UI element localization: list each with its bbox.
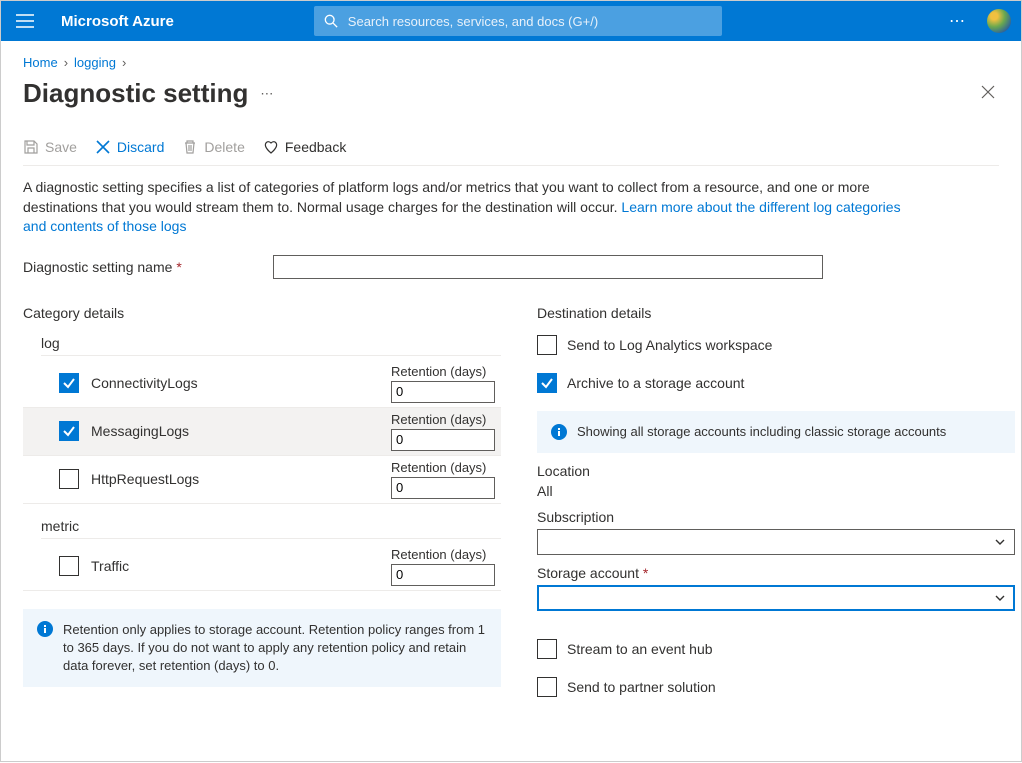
breadcrumb: Home › logging › — [23, 55, 999, 70]
storage-account-label: Storage account * — [537, 565, 1015, 581]
dest-label-partner: Send to partner solution — [567, 679, 716, 695]
destination-details-heading: Destination details — [537, 305, 1015, 321]
log-row-httprequest: HttpRequestLogs Retention (days) — [23, 456, 501, 504]
heart-icon — [263, 139, 279, 155]
retention-label: Retention (days) — [391, 460, 495, 475]
dest-label-log-analytics: Send to Log Analytics workspace — [567, 337, 772, 353]
log-label: HttpRequestLogs — [91, 471, 199, 487]
checkbox-storage[interactable] — [537, 373, 557, 393]
breadcrumb-home[interactable]: Home — [23, 55, 58, 70]
chevron-right-icon: › — [122, 55, 126, 70]
location-value: All — [537, 483, 1015, 499]
setting-name-input[interactable] — [273, 255, 823, 279]
save-icon — [23, 139, 39, 155]
close-button[interactable] — [977, 81, 999, 106]
hamburger-menu-icon[interactable] — [11, 7, 39, 35]
checkbox-httprequest[interactable] — [59, 469, 79, 489]
retention-input[interactable] — [391, 429, 495, 451]
log-row-connectivity: ConnectivityLogs Retention (days) — [23, 360, 501, 408]
discard-icon — [95, 139, 111, 155]
retention-label: Retention (days) — [391, 364, 495, 379]
log-label: MessagingLogs — [91, 423, 189, 439]
chevron-right-icon: › — [64, 55, 68, 70]
info-icon — [37, 621, 53, 637]
delete-icon — [182, 139, 198, 155]
retention-input[interactable] — [391, 477, 495, 499]
subscription-label: Subscription — [537, 509, 1015, 525]
location-label: Location — [537, 463, 1015, 479]
category-details-heading: Category details — [23, 305, 501, 321]
checkbox-eventhub[interactable] — [537, 639, 557, 659]
chevron-down-icon — [994, 536, 1006, 548]
breadcrumb-resource[interactable]: logging — [74, 55, 116, 70]
feedback-button[interactable]: Feedback — [263, 139, 346, 155]
metric-heading: metric — [41, 518, 501, 539]
retention-label: Retention (days) — [391, 547, 495, 562]
info-icon — [551, 424, 567, 440]
checkbox-traffic[interactable] — [59, 556, 79, 576]
checkbox-log-analytics[interactable] — [537, 335, 557, 355]
retention-input[interactable] — [391, 381, 495, 403]
retention-input[interactable] — [391, 564, 495, 586]
brand: Microsoft Azure — [61, 13, 174, 30]
log-label: ConnectivityLogs — [91, 375, 198, 391]
toolbar: Save Discard Delete Feedback — [23, 139, 999, 166]
save-button[interactable]: Save — [23, 139, 77, 155]
log-heading: log — [41, 335, 501, 356]
retention-info-box: Retention only applies to storage accoun… — [23, 609, 501, 688]
avatar[interactable] — [987, 9, 1011, 33]
search-box[interactable] — [314, 6, 722, 36]
dest-label-storage: Archive to a storage account — [567, 375, 744, 391]
delete-button[interactable]: Delete — [182, 139, 244, 155]
page-title: Diagnostic setting — [23, 78, 248, 109]
setting-name-label: Diagnostic setting name * — [23, 259, 273, 275]
discard-button[interactable]: Discard — [95, 139, 164, 155]
dest-label-eventhub: Stream to an event hub — [567, 641, 713, 657]
retention-label: Retention (days) — [391, 412, 495, 427]
checkbox-partner[interactable] — [537, 677, 557, 697]
metric-label: Traffic — [91, 558, 129, 574]
description: A diagnostic setting specifies a list of… — [23, 178, 923, 237]
metric-row-traffic: Traffic Retention (days) — [23, 543, 501, 591]
checkbox-messaging[interactable] — [59, 421, 79, 441]
chevron-down-icon — [994, 592, 1006, 604]
subscription-select[interactable] — [537, 529, 1015, 555]
storage-info-box: Showing all storage accounts including c… — [537, 411, 1015, 453]
search-input[interactable] — [346, 13, 712, 30]
more-icon[interactable]: ⋯ — [945, 11, 971, 31]
search-icon — [324, 14, 338, 28]
title-more-icon[interactable]: ⋯ — [260, 86, 273, 102]
log-row-messaging: MessagingLogs Retention (days) — [23, 408, 501, 456]
topbar: Microsoft Azure ⋯ — [1, 1, 1021, 41]
storage-account-select[interactable] — [537, 585, 1015, 611]
checkbox-connectivity[interactable] — [59, 373, 79, 393]
